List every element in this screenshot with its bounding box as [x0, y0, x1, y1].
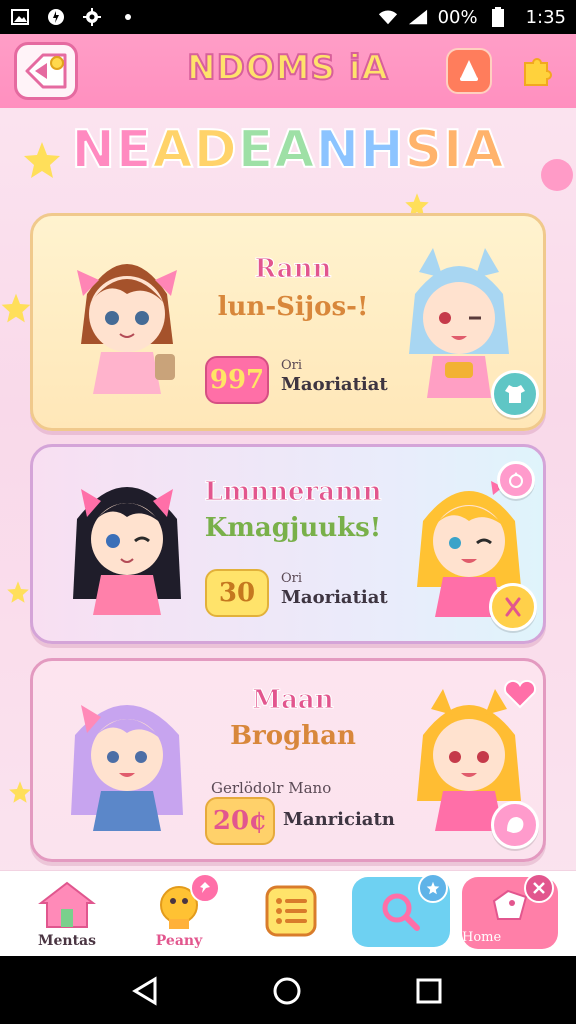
list-icon: [265, 885, 317, 937]
notification-badge: [190, 873, 220, 903]
system-navigation: [0, 956, 576, 1024]
card-top-action[interactable]: [497, 461, 535, 499]
shield-icon: [46, 7, 66, 27]
card-subtitle: lun-Sijos-!: [217, 292, 369, 322]
banner-part: NE: [70, 119, 153, 181]
battery-icon: [488, 7, 508, 27]
card-title: Lmnneramn: [204, 477, 382, 508]
bell-icon: [460, 60, 478, 81]
page-title: NDOMS iA: [186, 47, 389, 89]
card-subtitle: Kmagjuuks!: [204, 513, 382, 543]
banner-part: NH: [315, 119, 405, 181]
bottom-navigation: Mentas Peany Home: [0, 870, 576, 956]
meta-label: Manriciatn: [283, 809, 395, 830]
banner-part: SIA: [404, 119, 505, 181]
sticker-icon: [507, 817, 524, 833]
search-button[interactable]: [352, 873, 450, 947]
meta-small: Gerlödolr Mano: [211, 779, 332, 797]
shirt-icon: [505, 385, 525, 403]
star-decoration: [9, 781, 31, 803]
puzzle-icon: [524, 58, 552, 86]
dot-icon: [118, 7, 138, 27]
character-avatar: [73, 487, 181, 615]
gear-icon: [82, 7, 102, 27]
nav-label: Home: [462, 930, 502, 945]
status-bar: 00% 1:35: [0, 0, 576, 34]
nav-item-home[interactable]: Home: [462, 873, 558, 949]
character-card[interactable]: Maan Broghan Gerlödolr Mano 20¢ Manricia…: [30, 658, 546, 862]
meta-small: Ori: [281, 358, 303, 373]
signal-icon: [408, 7, 428, 27]
clock: 1:35: [525, 6, 566, 28]
search-icon: [382, 893, 420, 931]
alert-button[interactable]: [446, 48, 492, 94]
star-decoration: [7, 581, 29, 603]
puzzle-button[interactable]: [514, 48, 560, 94]
score-badge: 997: [205, 356, 269, 404]
character-card[interactable]: Rann lun-Sijos-! 997 Ori Maoriatiat: [30, 213, 546, 431]
gallery-icon: [10, 7, 30, 27]
character-avatar: [77, 264, 177, 394]
card-title: Maan: [252, 685, 334, 716]
card-subtitle: Broghan: [230, 721, 356, 751]
close-icon: [533, 882, 545, 894]
ribbon-icon: [505, 597, 521, 617]
card-action-button[interactable]: [491, 370, 539, 418]
card-action-button[interactable]: [491, 801, 539, 849]
hero-banner: NEADEANHSIA: [0, 119, 576, 181]
house-icon: [38, 881, 96, 928]
heart-decoration: [503, 679, 537, 709]
back-triangle-icon: [132, 976, 157, 1006]
banner-part: AD: [151, 119, 238, 181]
nav-label: Peany: [155, 933, 203, 949]
battery-percent: 00%: [437, 6, 478, 28]
card-action-button[interactable]: [489, 583, 537, 631]
system-back-button[interactable]: [128, 974, 162, 1008]
banner-part: EA: [237, 119, 316, 181]
character-avatar: [71, 705, 183, 831]
close-badge[interactable]: [524, 873, 554, 903]
meta-label: Maoriatiat: [281, 374, 388, 395]
recents-square-icon: [416, 978, 442, 1004]
nav-item-peany[interactable]: Peany: [134, 873, 224, 953]
app-header: NDOMS iA: [0, 34, 576, 108]
star-decoration: [1, 293, 31, 323]
nav-item-mentas[interactable]: Mentas: [22, 877, 112, 953]
system-home-button[interactable]: [270, 974, 304, 1008]
system-recents-button[interactable]: [412, 974, 446, 1008]
nav-item-list[interactable]: [246, 877, 336, 953]
meta-label: Maoriatiat: [281, 587, 388, 608]
nav-label: Mentas: [37, 933, 96, 949]
pin-icon: [200, 882, 210, 893]
back-button[interactable]: [14, 42, 78, 100]
search-star-badge: [418, 873, 448, 903]
score-badge: 30: [205, 569, 269, 617]
character-card[interactable]: Lmnneramn Kmagjuuks! 30 Ori Maoriatiat: [30, 444, 546, 644]
star-icon: [426, 881, 440, 895]
wifi-icon: [378, 7, 398, 27]
meta-small: Ori: [281, 571, 303, 586]
card-title: Rann: [254, 254, 332, 285]
score-badge: 20¢: [205, 797, 275, 845]
flame-icon: [509, 472, 523, 488]
home-circle-icon: [273, 977, 301, 1005]
back-arrow-icon: [25, 53, 67, 89]
